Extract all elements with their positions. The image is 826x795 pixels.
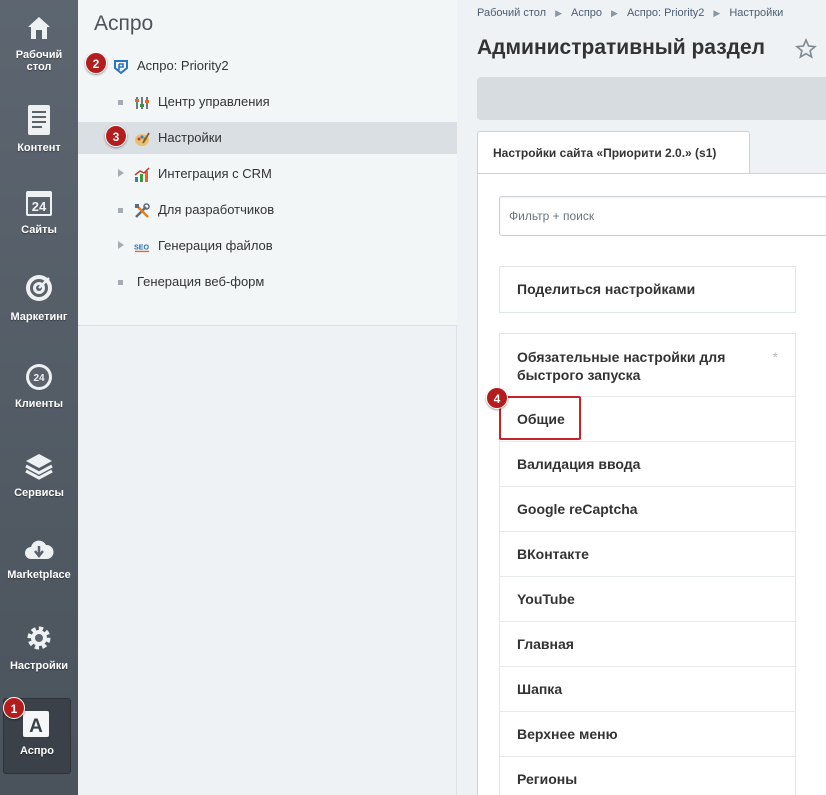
rail-label: Сайты	[21, 224, 57, 236]
aspro-a-icon: A	[23, 711, 49, 737]
svg-text:24: 24	[33, 373, 45, 384]
breadcrumb-item[interactable]: Аспро: Priority2	[627, 7, 704, 19]
palette-icon	[135, 132, 150, 146]
rail-label: Клиенты	[14, 398, 63, 410]
layers-icon	[25, 454, 53, 480]
home-icon	[28, 17, 50, 39]
cloud-download-icon	[25, 540, 54, 559]
tree-item-developers[interactable]: Для разработчиков	[78, 194, 457, 226]
section-vkontakte[interactable]: ВКонтакте	[500, 532, 795, 577]
section-input-validation[interactable]: Валидация ввода	[500, 442, 795, 487]
section-google-recaptcha[interactable]: Google reCaptcha	[500, 487, 795, 532]
rail-label: Сервисы	[14, 487, 64, 499]
step-badge-1: 1	[3, 697, 25, 719]
control-center-icon	[135, 97, 149, 109]
clients-24-icon: 24	[26, 364, 52, 390]
expand-arrow-icon[interactable]	[118, 241, 124, 249]
pin-icon[interactable]: *	[773, 348, 778, 366]
rail-label: Настройки	[9, 660, 69, 672]
tree-item-crm-integration[interactable]: Интеграция с CRM	[78, 158, 457, 190]
main-content: Рабочий стол ▶ Аспро ▶ Аспро: Priority2 ▶ Наст…	[457, 0, 826, 795]
document-icon	[28, 105, 50, 135]
rail-item-marketplace[interactable]: Marketplace	[0, 534, 78, 616]
rail-item-marketing[interactable]: Маркетинг	[0, 268, 78, 350]
breadcrumb-item[interactable]: Рабочий стол	[477, 7, 546, 19]
section-main-page[interactable]: Главная	[500, 622, 795, 667]
filter-search-input[interactable]: Фильтр + поиск	[499, 196, 826, 236]
share-settings-button[interactable]: Поделиться настройками	[499, 266, 796, 313]
tree-bullet	[118, 100, 123, 105]
tree-item-settings[interactable]: Настройки	[78, 122, 457, 154]
rail-item-content[interactable]: Контент	[0, 100, 78, 182]
calendar-24-icon: 24	[26, 191, 52, 216]
rail-item-clients[interactable]: 24 Клиенты	[0, 358, 78, 440]
chart-icon	[134, 167, 150, 182]
section-top-menu[interactable]: Верхнее меню	[500, 712, 795, 757]
priority-logo-icon	[114, 60, 128, 75]
rail-item-settings[interactable]: Настройки	[0, 620, 78, 702]
svg-text:24: 24	[32, 199, 47, 214]
left-navigation-rail: Рабочий стол Контент 24 Сайты Маркетинг	[0, 0, 78, 795]
step-badge-2: 2	[85, 52, 107, 74]
rail-item-desktop[interactable]: Рабочий стол	[0, 8, 78, 90]
section-regions[interactable]: Регионы	[500, 757, 795, 795]
tree-item-file-generation[interactable]: SEO Генерация файлов	[78, 230, 457, 262]
favorite-star-icon[interactable]	[795, 38, 817, 60]
breadcrumb-item[interactable]: Настройки	[729, 7, 783, 19]
seo-icon: SEO	[134, 244, 149, 253]
highlight-frame-general	[499, 396, 581, 440]
rail-label: Аспро	[20, 745, 54, 757]
tree-bullet	[118, 208, 123, 213]
svg-text:SEO: SEO	[134, 244, 149, 252]
breadcrumb-item[interactable]: Аспро	[571, 7, 602, 19]
breadcrumb: Рабочий стол ▶ Аспро ▶ Аспро: Priority2 ▶ Наст…	[477, 7, 783, 19]
rail-label: Контент	[17, 142, 61, 154]
breadcrumb-separator: ▶	[555, 8, 562, 18]
breadcrumb-separator: ▶	[713, 8, 721, 18]
tree-item-aspro-priority2[interactable]: Аспро: Priority2	[78, 50, 457, 82]
tree-item-control-center[interactable]: Центр управления	[78, 86, 457, 118]
tab-site-settings[interactable]: Настройки сайта «Приорити 2.0.» (s1)	[477, 131, 750, 173]
menu-tree-panel: Аспро Аспро: Priority2 Центр управления	[78, 0, 457, 326]
svg-text:A: A	[29, 716, 43, 737]
rail-label: Marketplace	[7, 569, 71, 581]
step-badge-4: 4	[486, 387, 508, 409]
rail-item-services[interactable]: Сервисы	[0, 448, 78, 530]
section-menu: Аспро Аспро: Priority2 Центр управления	[78, 0, 457, 795]
rail-item-sites[interactable]: 24 Сайты	[0, 184, 78, 266]
menu-title: Аспро	[94, 12, 154, 35]
tree-item-webform-generation[interactable]: Генерация веб-форм	[78, 266, 457, 298]
target-icon	[26, 275, 52, 301]
tree-bullet	[118, 280, 123, 285]
page-title: Административный раздел	[477, 36, 766, 59]
section-header[interactable]: Шапка	[500, 667, 795, 712]
gear-icon	[27, 626, 51, 650]
toolbar-band	[477, 77, 826, 120]
expand-arrow-icon[interactable]	[118, 169, 124, 177]
step-badge-3: 3	[105, 125, 127, 147]
rail-label: Рабочий стол	[15, 49, 63, 73]
section-youtube[interactable]: YouTube	[500, 577, 795, 622]
tools-icon	[135, 203, 150, 218]
rail-label: Маркетинг	[10, 311, 68, 323]
breadcrumb-separator: ▶	[611, 8, 618, 18]
section-quick-start[interactable]: Обязательные настройки для быстрого запу…	[500, 334, 795, 397]
